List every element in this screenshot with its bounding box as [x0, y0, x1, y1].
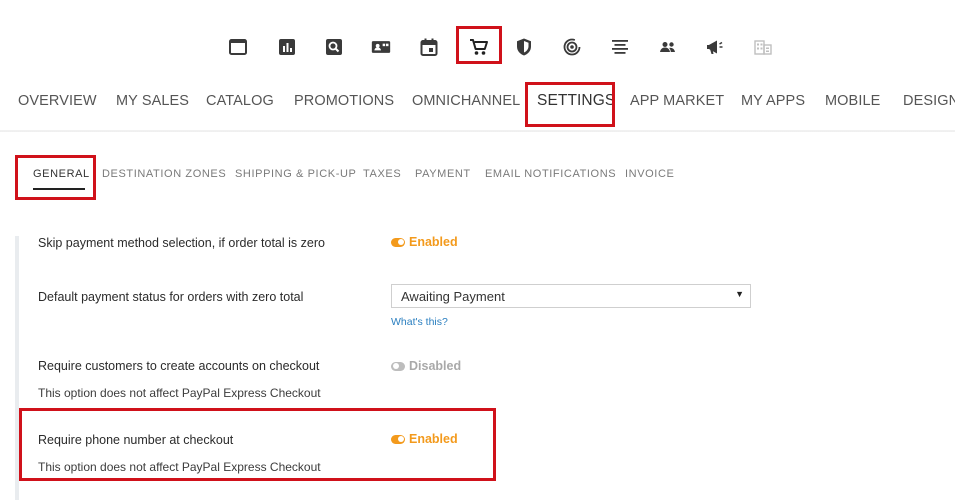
users-icon[interactable]: [655, 33, 681, 61]
nav-my-sales[interactable]: MY SALES: [116, 93, 189, 109]
subtab-taxes[interactable]: TAXES: [363, 168, 401, 180]
search-icon[interactable]: [321, 33, 347, 61]
customer-card-icon[interactable]: [368, 33, 394, 61]
calendar-icon[interactable]: [416, 33, 442, 61]
align-text-icon[interactable]: [607, 33, 633, 61]
shopping-cart-icon[interactable]: [466, 33, 492, 61]
security-shield-icon[interactable]: [511, 33, 537, 61]
require-phone-note: This option does not affect PayPal Expre…: [38, 460, 321, 474]
toggle-switch-icon: [391, 361, 405, 371]
default-payment-status-label: Default payment status for orders with z…: [38, 290, 304, 304]
nav-settings[interactable]: SETTINGS: [537, 92, 615, 110]
signal-radar-icon[interactable]: [559, 33, 585, 61]
settings-sub-nav: GENERAL DESTINATION ZONES SHIPPING & PIC…: [0, 168, 955, 192]
nav-omnichannel[interactable]: OMNICHANNEL: [412, 93, 520, 109]
toggle-switch-icon: [391, 434, 405, 444]
nav-promotions[interactable]: PROMOTIONS: [294, 93, 394, 109]
payment-status-select[interactable]: Awaiting Payment ▼: [391, 284, 751, 308]
subtab-invoice[interactable]: INVOICE: [625, 168, 674, 180]
toggle-status-text: Disabled: [409, 359, 462, 373]
subtab-email-notifications[interactable]: EMAIL NOTIFICATIONS: [485, 168, 616, 180]
nav-mobile[interactable]: MOBILE: [825, 93, 880, 109]
nav-my-apps[interactable]: MY APPS: [741, 93, 805, 109]
nav-app-market[interactable]: APP MARKET: [630, 93, 724, 109]
megaphone-icon[interactable]: [702, 33, 728, 61]
toggle-status-text: Enabled: [409, 432, 458, 446]
nav-overview[interactable]: OVERVIEW: [18, 93, 97, 109]
require-accounts-toggle[interactable]: Disabled: [391, 359, 461, 373]
toggle-status-text: Enabled: [409, 235, 458, 249]
nav-catalog[interactable]: CATALOG: [206, 93, 274, 109]
building-grid-icon[interactable]: [750, 33, 776, 61]
skip-payment-label: Skip payment method selection, if order …: [38, 236, 325, 250]
top-icon-bar: [0, 33, 955, 61]
skip-payment-toggle[interactable]: Enabled: [391, 235, 458, 249]
toggle-switch-icon: [391, 237, 405, 247]
dashboard-window-icon[interactable]: [225, 33, 251, 61]
reports-chart-icon[interactable]: [274, 33, 300, 61]
main-nav: OVERVIEW MY SALES CATALOG PROMOTIONS OMN…: [0, 78, 955, 130]
subtab-general[interactable]: GENERAL: [33, 168, 90, 180]
active-subtab-underline: [33, 188, 85, 190]
select-value: Awaiting Payment: [401, 289, 505, 304]
dropdown-caret-icon: ▼: [735, 289, 744, 299]
subtab-shipping-pickup[interactable]: SHIPPING & PICK-UP: [235, 168, 356, 180]
subtab-destination-zones[interactable]: DESTINATION ZONES: [102, 168, 226, 180]
subtab-payment[interactable]: PAYMENT: [415, 168, 471, 180]
require-phone-toggle[interactable]: Enabled: [391, 432, 458, 446]
content-left-rail: [15, 236, 19, 500]
require-accounts-label: Require customers to create accounts on …: [38, 359, 320, 373]
require-phone-label: Require phone number at checkout: [38, 433, 234, 447]
whats-this-link[interactable]: What's this?: [391, 316, 448, 328]
nav-design[interactable]: DESIGN: [903, 93, 955, 109]
require-accounts-note: This option does not affect PayPal Expre…: [38, 386, 321, 400]
